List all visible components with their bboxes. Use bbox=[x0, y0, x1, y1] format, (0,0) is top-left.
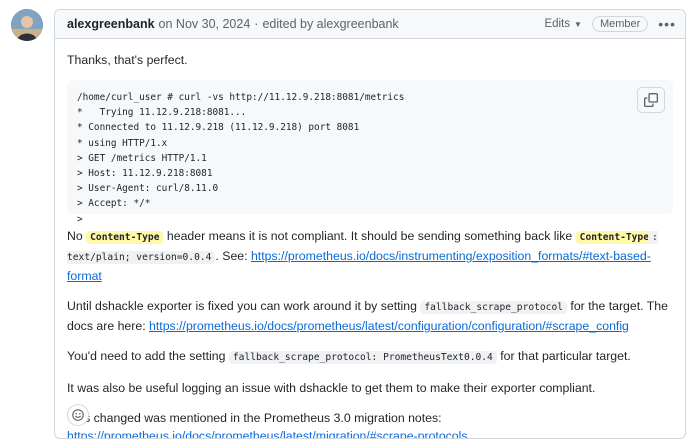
edits-dropdown[interactable]: Edits ▼ bbox=[544, 18, 582, 30]
comment-body: Thanks, that's perfect. /home/curl_user … bbox=[55, 39, 685, 438]
comment-header: alexgreenbank on Nov 30, 2024 · edited b… bbox=[55, 10, 685, 39]
author-link[interactable]: alexgreenbank bbox=[67, 17, 155, 31]
para4-text-2: for that particular target. bbox=[500, 349, 631, 363]
comment-box: alexgreenbank on Nov 30, 2024 · edited b… bbox=[54, 9, 686, 439]
para2-text-2: header means it is not compliant. It sho… bbox=[166, 229, 573, 243]
edited-by-label: edited by alexgreenbank bbox=[262, 17, 399, 31]
para4-text-1: You'd need to add the setting bbox=[67, 349, 226, 363]
role-badge: Member bbox=[591, 16, 649, 32]
comment-timestamp[interactable]: on Nov 30, 2024 bbox=[159, 17, 251, 31]
paragraph-migration: This changed was mentioned in the Promet… bbox=[67, 409, 673, 438]
edits-label: Edits bbox=[544, 18, 571, 30]
scrape-config-link[interactable]: https://prometheus.io/docs/prometheus/la… bbox=[149, 319, 629, 333]
chevron-down-icon: ▼ bbox=[574, 19, 582, 29]
para6-text-1: This changed was mentioned in the Promet… bbox=[67, 411, 442, 425]
meta-separator: · bbox=[254, 17, 259, 31]
paragraph-setting: You'd need to add the setting fallback_s… bbox=[67, 347, 673, 367]
inline-code-fallback: fallback_scrape_protocol bbox=[420, 301, 567, 314]
inline-code-content-type-2: Content-Type bbox=[575, 231, 653, 244]
smiley-icon bbox=[72, 409, 84, 421]
intro-text: Thanks, that's perfect. bbox=[67, 53, 188, 67]
author-avatar[interactable] bbox=[11, 9, 43, 41]
copy-button[interactable] bbox=[637, 87, 665, 113]
code-content: /home/curl_user # curl -vs http://11.12.… bbox=[77, 92, 405, 225]
paragraph-content-type: No Content-Type header means it is not c… bbox=[67, 227, 673, 285]
add-reaction-button[interactable] bbox=[67, 404, 89, 426]
copy-icon bbox=[644, 93, 658, 107]
kebab-horizontal-icon[interactable]: ••• bbox=[658, 17, 676, 31]
paragraph-workaround: Until dshackle exporter is fixed you can… bbox=[67, 297, 673, 335]
para3-text-1: Until dshackle exporter is fixed you can… bbox=[67, 299, 417, 313]
migration-link[interactable]: https://prometheus.io/docs/prometheus/la… bbox=[67, 429, 468, 438]
para2-text-3: . See: bbox=[215, 249, 248, 263]
inline-code-fallback-setting: fallback_scrape_protocol: PrometheusText… bbox=[228, 351, 497, 364]
para2-text-1: No bbox=[67, 229, 83, 243]
inline-code-content-type: Content-Type bbox=[86, 231, 164, 244]
code-block: /home/curl_user # curl -vs http://11.12.… bbox=[67, 80, 673, 225]
paragraph-issue: It was also be useful logging an issue w… bbox=[67, 381, 596, 395]
